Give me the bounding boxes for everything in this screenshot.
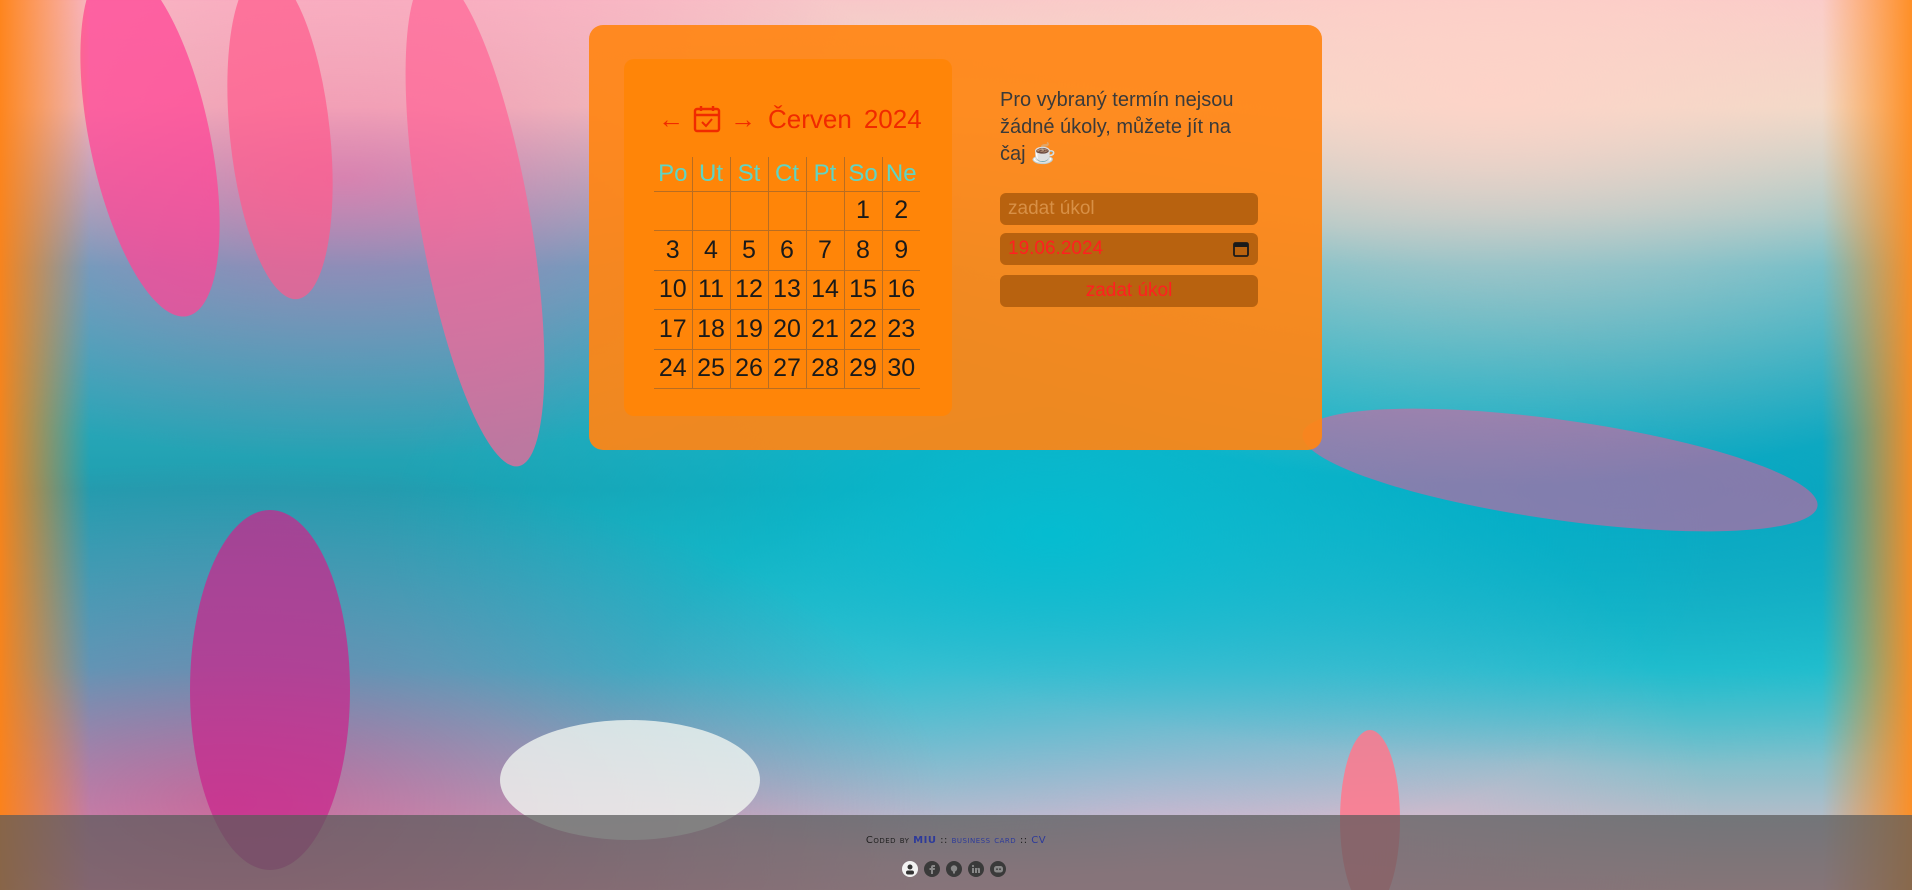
day-cell[interactable]: 1	[844, 191, 883, 231]
day-cell[interactable]: 9	[882, 230, 920, 271]
day-cell[interactable]: 26	[730, 349, 769, 389]
weekday-label: Ne	[882, 157, 920, 192]
day-cell[interactable]: 18	[692, 309, 731, 350]
author-name: MIU	[913, 835, 937, 846]
footer-credits: Coded by MIU :: business card :: CV	[0, 835, 1912, 846]
date-value: 19.06.2024	[1008, 238, 1104, 259]
month-label: Červen	[768, 103, 852, 134]
day-cell	[806, 191, 845, 231]
github-icon[interactable]	[946, 861, 962, 877]
weekday-label: Po	[654, 157, 693, 192]
day-cell[interactable]: 17	[654, 309, 693, 350]
week-row: 3 4 5 6 7 8 9	[654, 230, 920, 271]
week-row: 1 2	[654, 191, 920, 231]
year-label: 2024	[863, 103, 922, 134]
day-cell[interactable]: 8	[844, 230, 883, 271]
calendar-header: ← → Červen 2024	[658, 99, 948, 139]
separator: ::	[940, 835, 948, 846]
weekday-label: St	[730, 157, 769, 192]
weekday-label: Pt	[806, 157, 845, 192]
coded-by-label: Coded by	[865, 835, 910, 846]
day-cell[interactable]: 16	[882, 270, 920, 310]
day-cell[interactable]: 7	[806, 230, 845, 271]
background-leaf	[377, 0, 573, 476]
footer: Coded by MIU :: business card :: CV	[0, 815, 1912, 890]
empty-tasks-message: Pro vybraný termín nejsou žádné úkoly, m…	[1000, 89, 1234, 165]
weekday-label: Ut	[692, 157, 731, 192]
day-cell[interactable]: 27	[768, 349, 807, 389]
date-picker-icon[interactable]	[1232, 240, 1250, 258]
background-wave	[1295, 384, 1825, 556]
weekday-label: So	[844, 157, 883, 192]
task-panel: Pro vybraný termín nejsou žádné úkoly, m…	[1000, 87, 1260, 307]
day-cell[interactable]: 2	[882, 191, 920, 231]
day-cell[interactable]: 23	[882, 309, 920, 350]
next-month-button[interactable]: →	[730, 104, 764, 135]
day-cell[interactable]: 21	[806, 309, 845, 350]
day-cell[interactable]: 13	[768, 270, 807, 310]
planner-panel: ← → Červen 2024 Po Ut St Ct Pt So Ne 1 2…	[589, 25, 1322, 450]
background-leaf	[213, 0, 347, 305]
day-cell[interactable]: 30	[882, 349, 920, 389]
day-cell[interactable]: 19	[730, 309, 769, 350]
day-cell	[768, 191, 807, 231]
week-row: 24 25 26 27 28 29 30	[654, 349, 920, 389]
weekday-label: Ct	[768, 157, 807, 192]
day-cell[interactable]: 22	[844, 309, 883, 350]
day-cell[interactable]: 3	[654, 230, 693, 271]
business-card-link[interactable]: business card	[952, 835, 1017, 846]
linkedin-icon[interactable]	[968, 861, 984, 877]
prev-month-button[interactable]: ←	[658, 104, 692, 135]
background-edge-right	[1822, 0, 1912, 890]
task-input[interactable]: zadat úkol	[1000, 193, 1258, 225]
separator: ::	[1019, 835, 1028, 846]
day-cell[interactable]: 4	[692, 230, 731, 271]
discord-icon[interactable]	[990, 861, 1006, 877]
today-calendar-icon[interactable]	[692, 105, 722, 133]
add-task-button[interactable]: zadat úkol	[1000, 275, 1258, 307]
day-cell[interactable]: 28	[806, 349, 845, 389]
day-cell[interactable]: 11	[692, 270, 731, 310]
day-cell[interactable]: 5	[730, 230, 769, 271]
day-cell[interactable]: 14	[806, 270, 845, 310]
day-cell[interactable]: 29	[844, 349, 883, 389]
calendar: ← → Červen 2024 Po Ut St Ct Pt So Ne 1 2…	[624, 59, 952, 416]
avatar-icon[interactable]	[902, 861, 918, 877]
day-cell	[654, 191, 693, 231]
cv-link[interactable]: CV	[1031, 835, 1046, 846]
day-cell	[692, 191, 731, 231]
calendar-grid: Po Ut St Ct Pt So Ne 1 2 3 4 5 6 7 8 9 1…	[654, 157, 920, 389]
day-cell[interactable]: 12	[730, 270, 769, 310]
date-input[interactable]: 19.06.2024	[1000, 233, 1258, 265]
facebook-icon[interactable]	[924, 861, 940, 877]
day-cell[interactable]: 15	[844, 270, 883, 310]
day-cell[interactable]: 24	[654, 349, 693, 389]
day-cell[interactable]: 10	[654, 270, 693, 310]
social-icons	[902, 861, 1006, 877]
week-row: 10 11 12 13 14 15 16	[654, 270, 920, 310]
weekday-row: Po Ut St Ct Pt So Ne	[654, 157, 920, 192]
day-cell	[730, 191, 769, 231]
day-cell[interactable]: 25	[692, 349, 731, 389]
week-row: 17 18 19 20 21 22 23	[654, 309, 920, 350]
day-cell[interactable]: 6	[768, 230, 807, 271]
background-edge-left	[0, 0, 90, 890]
day-cell[interactable]: 20	[768, 309, 807, 350]
